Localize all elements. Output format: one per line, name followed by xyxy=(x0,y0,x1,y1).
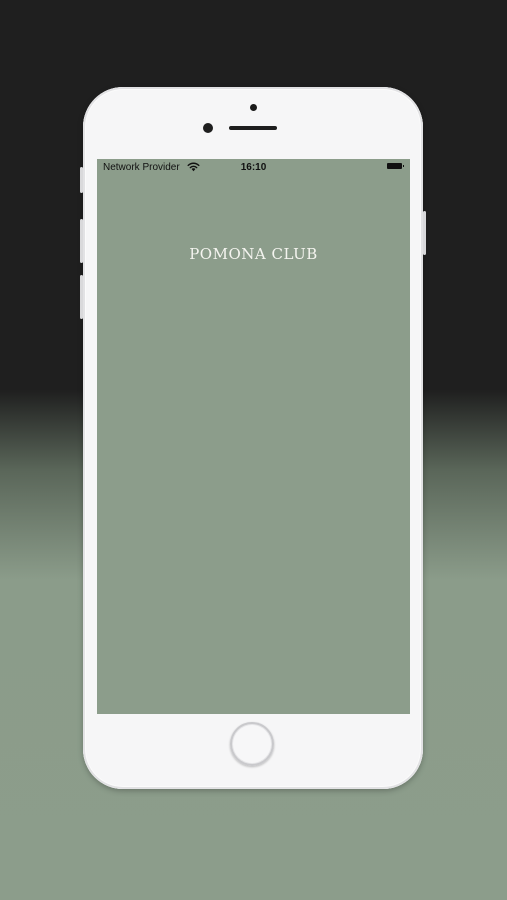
power-button xyxy=(423,211,426,255)
earpiece-speaker xyxy=(229,126,277,130)
proximity-sensor xyxy=(250,104,257,111)
volume-down-button xyxy=(80,275,83,319)
mute-switch xyxy=(80,167,83,193)
front-camera xyxy=(203,123,213,133)
app-screen: Network Provider 16:10 POMONA CLUB xyxy=(97,159,410,714)
volume-up-button xyxy=(80,219,83,263)
phone-frame: Network Provider 16:10 POMONA CLUB xyxy=(80,87,426,789)
home-button[interactable] xyxy=(230,722,274,766)
battery-icon xyxy=(387,163,404,169)
app-logo-title: POMONA CLUB xyxy=(189,245,318,263)
status-time: 16:10 xyxy=(240,162,267,173)
status-bar: Network Provider 16:10 xyxy=(97,159,410,177)
